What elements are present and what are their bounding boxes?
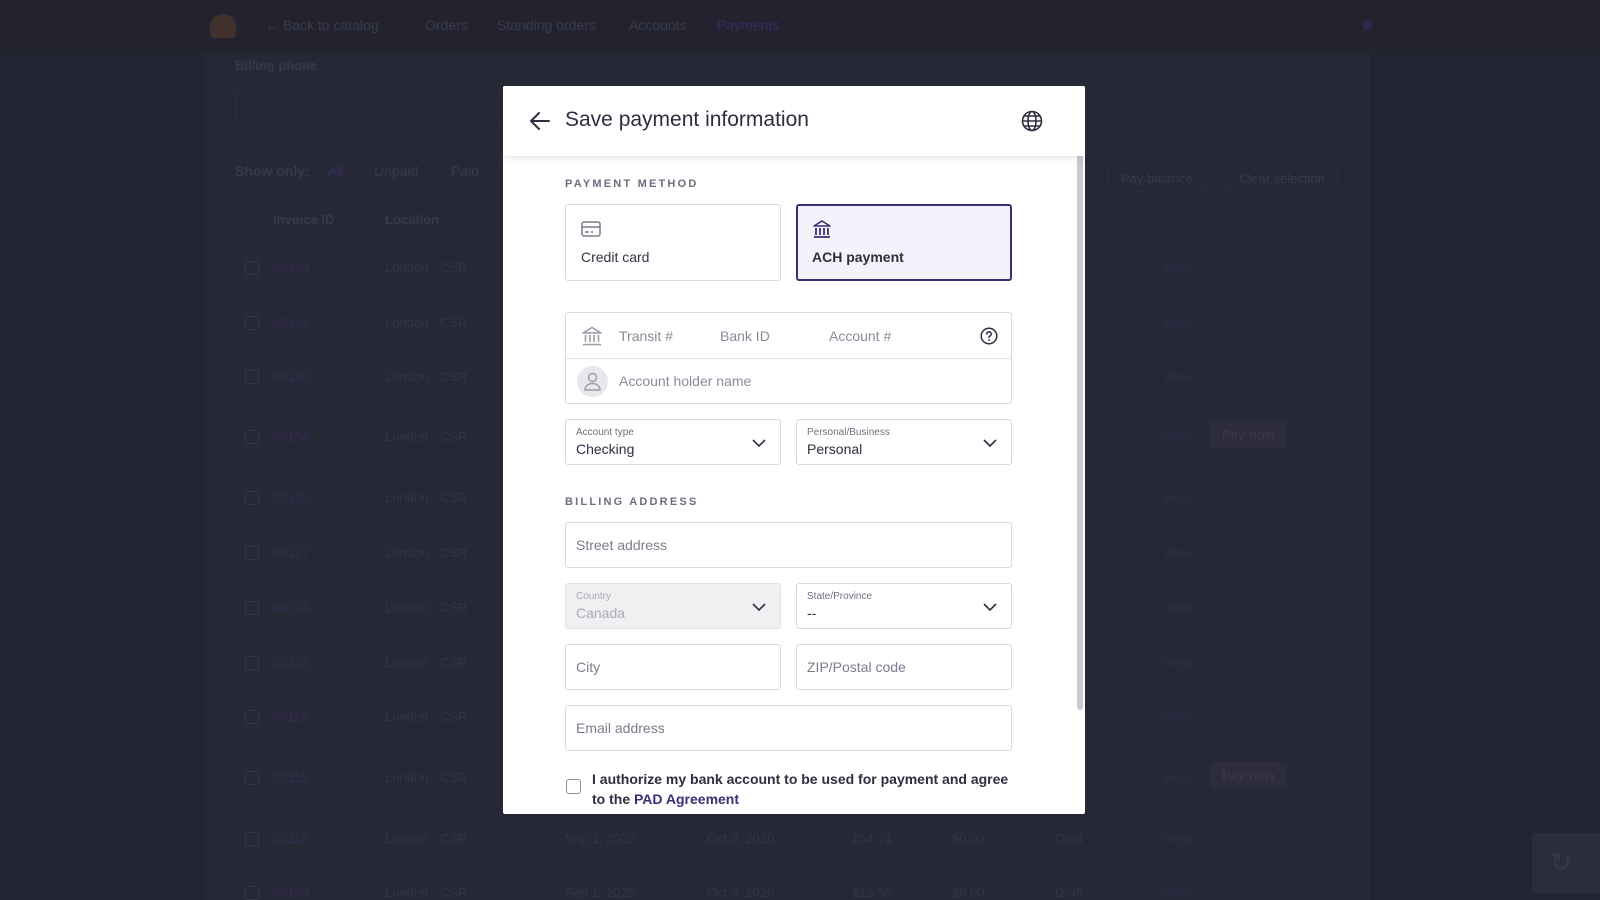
account-holder-input[interactable]: Account holder name — [619, 373, 751, 389]
globe-icon[interactable] — [1020, 109, 1044, 133]
state-province-label: State/Province — [807, 591, 873, 602]
account-type-select[interactable]: Account type Checking — [565, 419, 781, 465]
help-icon[interactable] — [980, 327, 998, 345]
personal-business-value: Personal — [807, 441, 863, 457]
credit-card-option[interactable]: Credit card — [565, 204, 781, 281]
payment-modal: Save payment information PAYMENT METHOD … — [503, 86, 1085, 814]
zip-postal-placeholder: ZIP/Postal code — [807, 659, 906, 675]
account-holder-row[interactable]: Account holder name — [566, 359, 1011, 404]
email-address-placeholder: Email address — [576, 720, 665, 736]
street-address-input[interactable]: Street address — [565, 522, 1012, 568]
chevron-down-icon — [752, 603, 766, 612]
country-label: Country — [576, 591, 612, 602]
chevron-down-icon — [983, 439, 997, 448]
zip-postal-input[interactable]: ZIP/Postal code — [796, 644, 1012, 690]
person-icon — [577, 366, 608, 397]
bank-numbers-row: Transit # Bank ID Account # — [566, 313, 1011, 359]
payment-method-label: PAYMENT METHOD — [565, 178, 699, 190]
transit-number-input[interactable]: Transit # — [619, 328, 673, 344]
modal-title: Save payment information — [565, 108, 809, 131]
billing-address-label: BILLING ADDRESS — [565, 496, 699, 508]
state-province-value: -- — [807, 605, 817, 621]
bank-icon — [813, 220, 831, 238]
personal-business-label: Personal/Business — [807, 427, 890, 438]
ach-payment-label: ACH payment — [812, 249, 904, 265]
authorization-text: I authorize my bank account to be used f… — [592, 769, 1012, 809]
modal-scrollbar[interactable] — [1073, 86, 1085, 814]
personal-business-select[interactable]: Personal/Business Personal — [796, 419, 1012, 465]
credit-card-icon — [581, 221, 601, 237]
email-address-input[interactable]: Email address — [565, 705, 1012, 751]
country-select: Country Canada — [565, 583, 781, 629]
country-value: Canada — [576, 605, 626, 621]
credit-card-label: Credit card — [581, 249, 650, 265]
bank-details-group: Transit # Bank ID Account # Account hold… — [565, 312, 1012, 404]
account-type-label: Account type — [576, 427, 634, 438]
back-arrow-icon[interactable] — [527, 108, 553, 134]
city-input[interactable]: City — [565, 644, 781, 690]
city-placeholder: City — [576, 659, 601, 675]
scrollbar-thumb[interactable] — [1077, 104, 1083, 710]
modal-header: Save payment information — [503, 86, 1085, 156]
pad-agreement-link[interactable]: PAD Agreement — [634, 791, 739, 807]
bank-id-input[interactable]: Bank ID — [720, 328, 770, 344]
authorization-checkbox[interactable] — [566, 779, 581, 794]
bank-icon — [582, 326, 602, 346]
account-number-input[interactable]: Account # — [829, 328, 891, 344]
chevron-down-icon — [752, 439, 766, 448]
chevron-down-icon — [983, 603, 997, 612]
state-province-select[interactable]: State/Province -- — [796, 583, 1012, 629]
street-address-placeholder: Street address — [576, 537, 668, 553]
ach-payment-option[interactable]: ACH payment — [796, 204, 1012, 281]
account-type-value: Checking — [576, 441, 635, 457]
